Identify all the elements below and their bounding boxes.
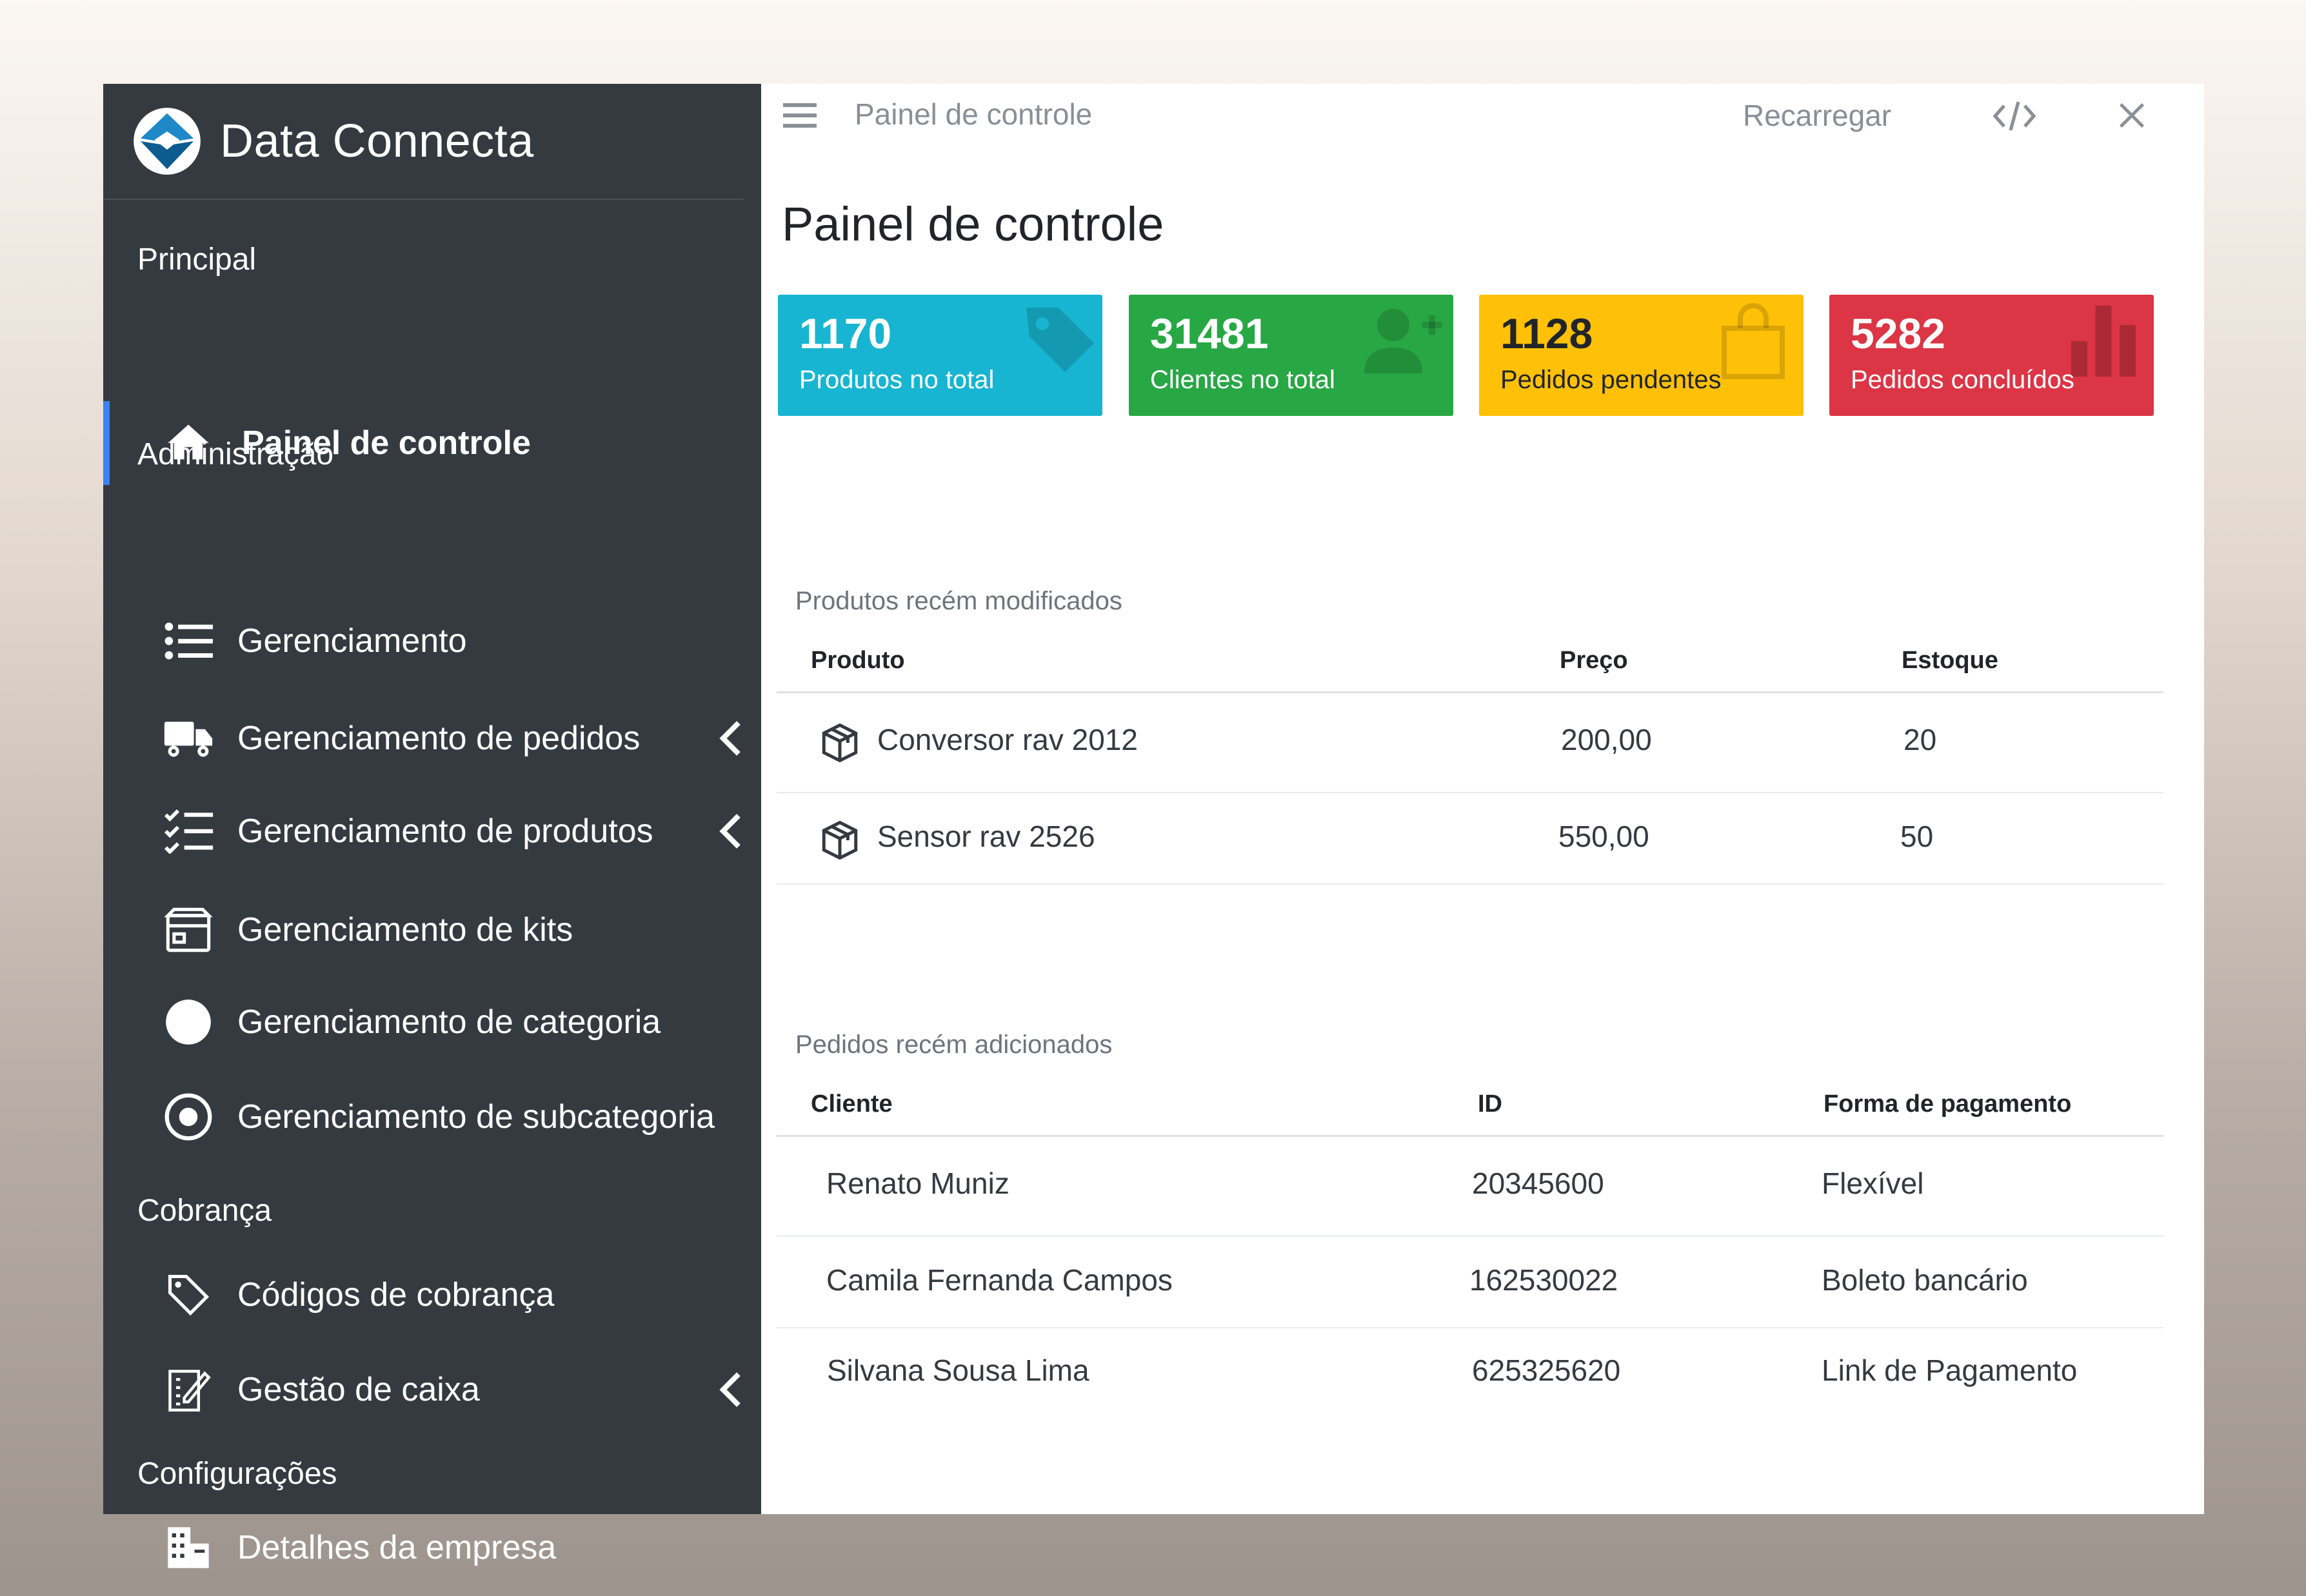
radio-icon — [163, 1091, 214, 1143]
sidebar-item-label: Gerenciamento de kits — [237, 911, 573, 949]
column-header: Estoque — [1902, 647, 1998, 674]
sidebar-item-produtos[interactable]: Gerenciamento de produtos — [103, 789, 761, 873]
section-administracao: Administração — [137, 437, 334, 471]
table-row[interactable]: Renato Muniz 20345600 Flexível — [777, 1137, 2163, 1237]
products-table: Produto Preço Estoque Conversor rav 2012… — [777, 629, 2163, 885]
sidebar-item-subcategoria[interactable]: Gerenciamento de subcategoria — [103, 1075, 761, 1159]
register-icon — [163, 1364, 214, 1415]
topbar: Painel de controle Recarregar — [761, 84, 2204, 148]
order-client: Renato Muniz — [826, 1167, 1009, 1200]
table-row[interactable]: Silvana Sousa Lima 625325620 Link de Pag… — [777, 1328, 2163, 1420]
order-id: 20345600 — [1472, 1167, 1604, 1200]
product-name: Conversor rav 2012 — [877, 723, 1138, 756]
products-section-title: Produtos recém modificados — [795, 587, 1122, 615]
page-title: Painel de controle — [782, 197, 1164, 251]
stat-label: Pedidos pendentes — [1500, 366, 1722, 394]
sidebar-item-label: Códigos de cobrança — [237, 1276, 555, 1314]
sidebar-item-categoria[interactable]: Gerenciamento de categoria — [103, 980, 761, 1064]
column-header: Preço — [1560, 647, 1628, 674]
shopping-bag-icon — [1722, 303, 1785, 379]
circle-icon — [163, 996, 214, 1048]
column-header: Produto — [811, 647, 905, 674]
package-icon — [822, 820, 858, 860]
stat-card-concluidos[interactable]: 5282 Pedidos concluídos — [1829, 295, 2154, 416]
order-payment: Boleto bancário — [1822, 1263, 2028, 1297]
checklist-icon — [163, 805, 214, 857]
sidebar-item-codigos[interactable]: Códigos de cobrança — [103, 1253, 761, 1337]
sidebar-item-caixa[interactable]: Gestão de caixa — [103, 1348, 761, 1432]
stat-value: 5282 — [1851, 310, 1945, 357]
column-header: Cliente — [811, 1090, 893, 1118]
column-header: ID — [1478, 1090, 1502, 1118]
sidebar-item-label: Gerenciamento de produtos — [237, 813, 653, 850]
main-content: Painel de controle Recarregar Painel de … — [761, 84, 2204, 1514]
table-row[interactable]: Sensor rav 2526 550,00 50 — [777, 793, 2163, 885]
tag-icon — [163, 1269, 214, 1321]
stat-value: 1128 — [1500, 310, 1593, 357]
stat-card-clientes[interactable]: 31481 Clientes no total — [1129, 295, 1453, 416]
sidebar-item-label: Gerenciamento — [237, 622, 467, 660]
sidebar-item-kits[interactable]: Gerenciamento de kits — [103, 888, 761, 972]
menu-icon[interactable] — [783, 99, 817, 130]
product-price: 550,00 — [1558, 820, 1649, 853]
truck-icon — [163, 713, 214, 764]
order-id: 162530022 — [1469, 1263, 1618, 1297]
code-icon[interactable] — [1991, 98, 2038, 134]
stat-label: Pedidos concluídos — [1851, 366, 2074, 394]
box-icon — [163, 904, 214, 956]
sidebar-item-gerenciamento[interactable]: Gerenciamento — [103, 599, 761, 683]
table-header: Cliente ID Forma de pagamento — [777, 1072, 2163, 1137]
chevron-left-icon[interactable] — [715, 812, 747, 851]
table-row[interactable]: Conversor rav 2012 200,00 20 — [777, 693, 2163, 793]
sidebar-item-label: Gerenciamento de subcategoria — [237, 1098, 715, 1136]
reload-button[interactable]: Recarregar — [1743, 98, 1891, 133]
product-price: 200,00 — [1561, 723, 1652, 756]
breadcrumb-title: Painel de controle — [855, 97, 1093, 131]
product-name: Sensor rav 2526 — [877, 820, 1095, 853]
stat-label: Clientes no total — [1150, 366, 1335, 394]
sidebar-item-label: Detalhes da empresa — [237, 1529, 557, 1566]
order-client: Silvana Sousa Lima — [827, 1354, 1089, 1387]
stat-value: 31481 — [1150, 310, 1269, 357]
list-icon — [163, 615, 214, 667]
chevron-left-icon[interactable] — [715, 1370, 747, 1409]
sidebar-item-label: Gerenciamento de categoria — [237, 1003, 661, 1041]
order-payment: Link de Pagamento — [1822, 1354, 2078, 1387]
section-configuracoes: Configurações — [137, 1457, 337, 1491]
brand-logo-icon — [134, 108, 201, 175]
sidebar-item-label: Gestão de caixa — [237, 1371, 480, 1408]
order-id: 625325620 — [1472, 1354, 1621, 1387]
app-window: Data Connecta Principal Painel de contro… — [103, 84, 2204, 1568]
section-cobranca: Cobrança — [137, 1194, 272, 1228]
brand-name: Data Connecta — [220, 115, 534, 167]
user-plus-icon — [1364, 309, 1442, 373]
section-principal: Principal — [137, 242, 257, 277]
orders-section-title: Pedidos recém adicionados — [795, 1030, 1113, 1059]
stat-value: 1170 — [799, 310, 892, 357]
package-icon — [822, 723, 858, 763]
brand[interactable]: Data Connecta — [103, 84, 744, 200]
stat-card-pendentes[interactable]: 1128 Pedidos pendentes — [1479, 295, 1804, 416]
product-stock: 20 — [1903, 723, 1937, 756]
sidebar-item-empresa[interactable]: Detalhes da empresa — [103, 1509, 761, 1586]
stat-card-produtos[interactable]: 1170 Produtos no total — [778, 295, 1102, 416]
sidebar: Data Connecta Principal Painel de contro… — [103, 84, 761, 1568]
orders-table: Cliente ID Forma de pagamento Renato Mun… — [777, 1072, 2163, 1420]
table-row[interactable]: Camila Fernanda Campos 162530022 Boleto … — [777, 1237, 2163, 1328]
tag-icon — [1026, 308, 1094, 372]
sidebar-item-pedidos[interactable]: Gerenciamento de pedidos — [103, 696, 761, 780]
chevron-left-icon[interactable] — [715, 719, 747, 758]
order-client: Camila Fernanda Campos — [826, 1263, 1173, 1297]
column-header: Forma de pagamento — [1824, 1090, 2072, 1118]
building-icon — [163, 1522, 214, 1573]
close-icon[interactable] — [2117, 101, 2147, 130]
table-header: Produto Preço Estoque — [777, 629, 2163, 693]
sidebar-item-label: Gerenciamento de pedidos — [237, 720, 641, 757]
stat-label: Produtos no total — [799, 366, 995, 394]
bar-chart-icon — [2071, 306, 2136, 377]
order-payment: Flexível — [1822, 1167, 1924, 1200]
product-stock: 50 — [1900, 820, 1934, 853]
